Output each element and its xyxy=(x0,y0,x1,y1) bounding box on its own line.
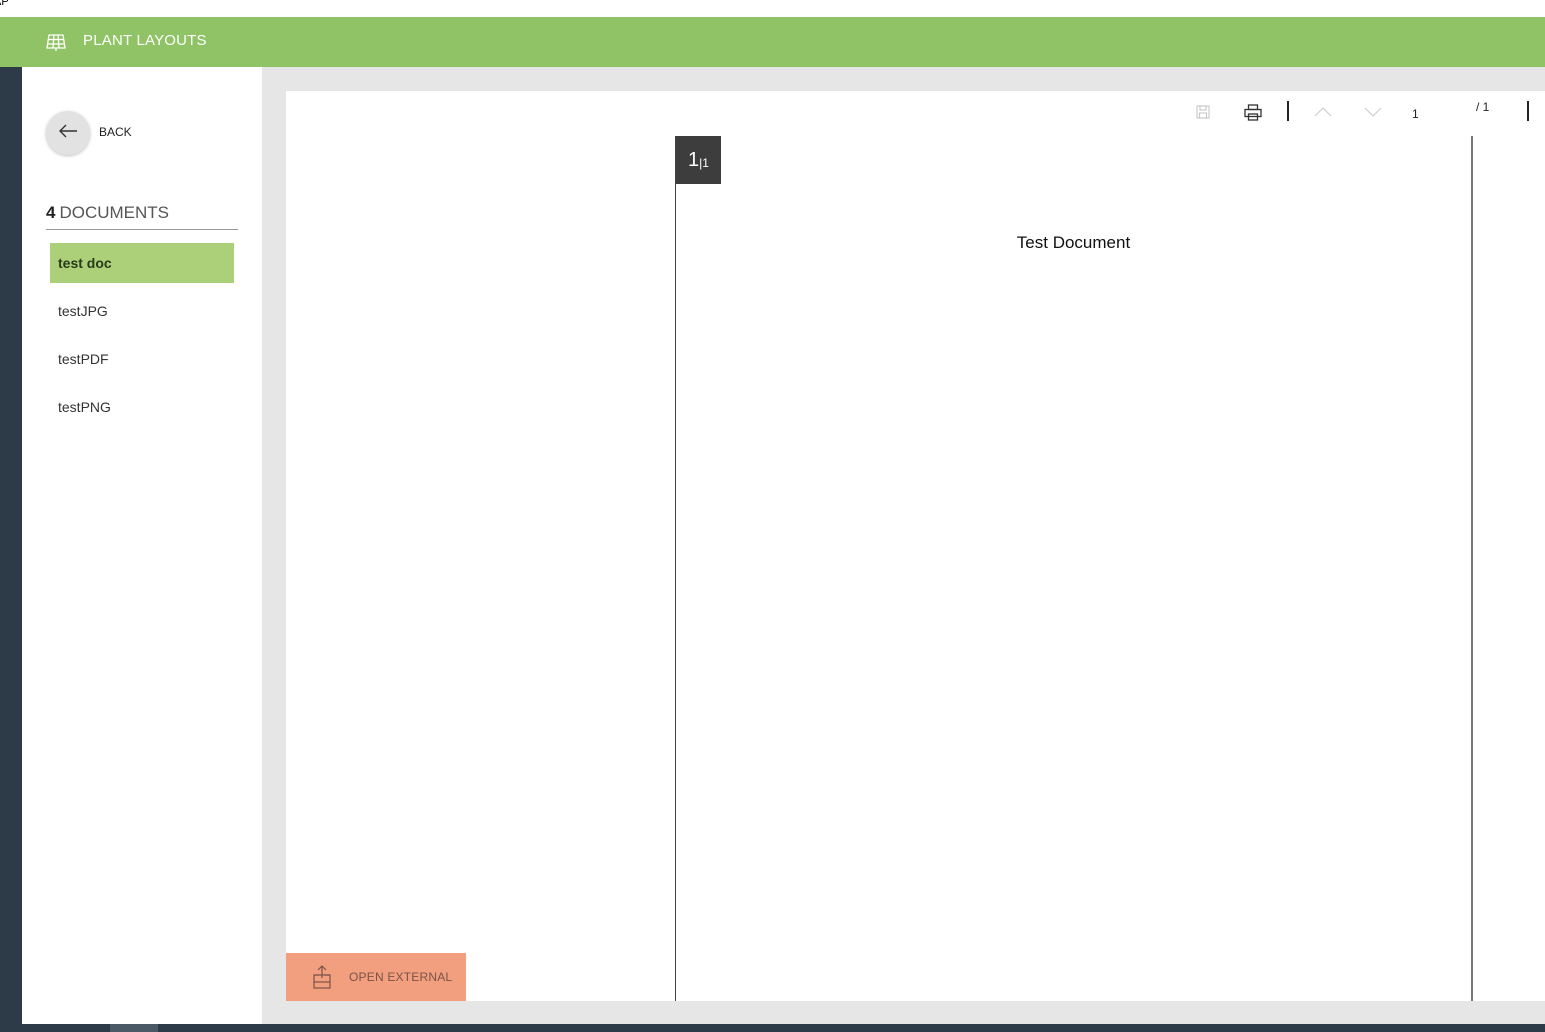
taskbar-active-item[interactable] xyxy=(110,1024,158,1032)
chevron-down-icon[interactable] xyxy=(1362,101,1384,123)
open-external-label: OPEN EXTERNAL xyxy=(349,970,453,984)
pdf-viewer: 1 / 1 1 | 1 Test Document OPEN EXTERNAL xyxy=(286,91,1545,1001)
page-indicator-total: 1 xyxy=(702,156,709,170)
save-icon[interactable] xyxy=(1192,101,1214,123)
chevron-up-icon[interactable] xyxy=(1312,101,1334,123)
document-count-number: 4 xyxy=(46,203,56,222)
document-item-testjpg[interactable]: testJPG xyxy=(50,291,234,331)
solar-panel-grid-icon xyxy=(45,32,67,52)
viewer-toolbar: 1 / 1 xyxy=(286,91,1545,135)
toolbar-separator xyxy=(1287,101,1289,121)
page-total: / 1 xyxy=(1476,100,1490,114)
document-count-label: DOCUMENTS xyxy=(59,203,170,222)
document-item-test-doc[interactable]: test doc xyxy=(50,243,234,283)
page-number-input[interactable]: 1 xyxy=(1412,107,1419,121)
window-titlebar: AP xyxy=(0,0,1545,17)
back-button[interactable] xyxy=(46,111,90,155)
taskbar xyxy=(0,1024,1545,1032)
document-page: 1 | 1 Test Document xyxy=(675,136,1473,1001)
document-item-testpng[interactable]: testPNG xyxy=(50,387,234,427)
toolbar-separator xyxy=(1527,101,1529,121)
page-indicator-badge: 1 | 1 xyxy=(676,136,721,184)
page-indicator-current: 1 xyxy=(688,148,700,171)
document-item-testpdf[interactable]: testPDF xyxy=(50,339,234,379)
app-header: PLANT LAYOUTS xyxy=(0,17,1545,67)
document-heading: Test Document xyxy=(1016,233,1131,252)
divider xyxy=(46,229,238,230)
back-label[interactable]: BACK xyxy=(99,125,132,139)
document-list: test doc testJPG testPDF testPNG xyxy=(50,243,234,435)
page-title: PLANT LAYOUTS xyxy=(83,32,207,49)
arrow-left-icon xyxy=(57,123,79,143)
open-external-button[interactable]: OPEN EXTERNAL xyxy=(286,953,466,1001)
document-count: 4 DOCUMENTS xyxy=(46,203,169,223)
print-icon[interactable] xyxy=(1241,101,1265,123)
share-upload-icon xyxy=(310,964,334,990)
document-viewer-area: 1 / 1 1 | 1 Test Document OPEN EXTERNAL xyxy=(262,67,1545,1024)
window-title: AP xyxy=(0,0,9,8)
documents-sidebar: BACK 4 DOCUMENTS test doc testJPG testPDF… xyxy=(22,67,262,1024)
left-navigation-rail xyxy=(0,67,22,1032)
